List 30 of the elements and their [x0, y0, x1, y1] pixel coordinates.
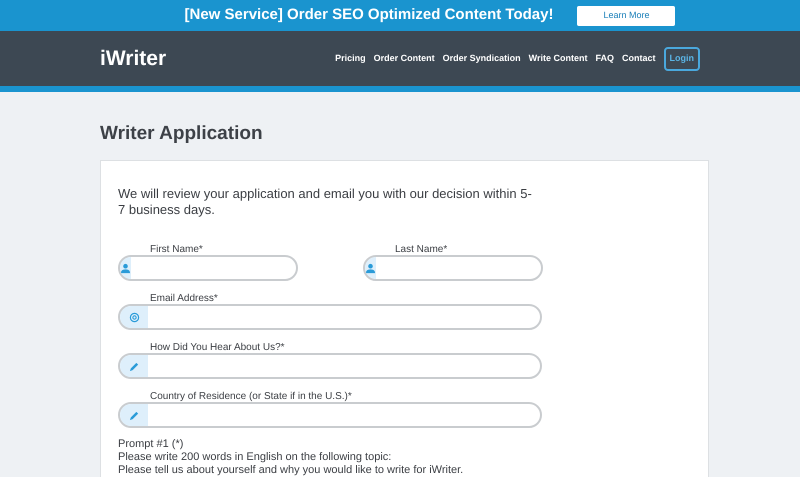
nav-link[interactable]: Write Content — [528, 52, 588, 66]
input-field[interactable] — [118, 353, 542, 379]
pen-icon — [128, 410, 140, 420]
login-button[interactable]: Login — [664, 46, 700, 70]
nav-link[interactable]: Order Syndication — [442, 52, 521, 66]
banner-text: [New Service] Order SEO Optimized Content Today! — [184, 5, 554, 26]
prompt-text: Prompt #1 (*) — [118, 438, 184, 451]
field-label: Last Name* — [394, 243, 448, 255]
input-field[interactable] — [363, 255, 543, 281]
field-label: How Did You Hear About Us?* — [149, 341, 286, 353]
field-label: Country of Residence (or State if in the U.S.)* — [149, 390, 353, 402]
logo[interactable]: iWriter — [100, 42, 166, 74]
intro-text: We will review your application and email you with our decision within 5-7 business days. — [118, 186, 533, 218]
prompt-text: Please tell us about yourself and why you would like to write for iWriter. — [118, 464, 464, 477]
field-label: Email Address* — [149, 292, 219, 304]
at-icon — [128, 312, 140, 322]
input-field[interactable] — [118, 255, 298, 281]
input-field[interactable] — [118, 402, 542, 428]
nav-link[interactable]: Pricing — [335, 52, 366, 66]
learn-more-button[interactable]: Learn More — [577, 6, 676, 26]
nav-link[interactable]: Contact — [622, 52, 656, 66]
nav-link[interactable]: FAQ — [595, 52, 614, 66]
prompt-text: Please write 200 words in English on the following topic: — [118, 451, 392, 464]
nav-link[interactable]: Order Content — [374, 52, 435, 66]
person-icon — [365, 262, 376, 274]
page-title: Writer Application — [100, 122, 264, 146]
pen-icon — [128, 360, 140, 372]
field-label: First Name* — [149, 243, 204, 255]
person-icon — [120, 262, 131, 274]
input-field[interactable] — [118, 304, 542, 330]
